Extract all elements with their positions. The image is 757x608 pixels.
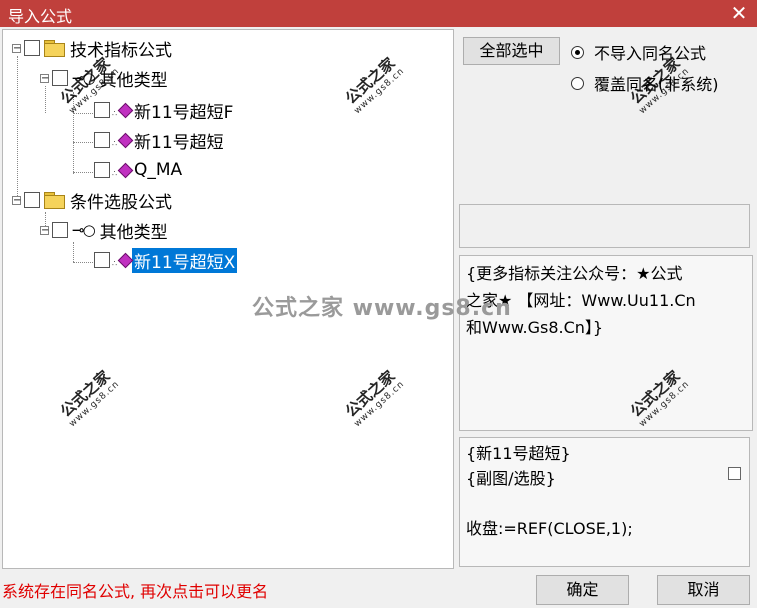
cancel-button[interactable]: 取消 xyxy=(657,575,750,605)
tree-item-label: 新11号超短F xyxy=(134,102,234,123)
formula-icon: ∴ xyxy=(112,162,134,179)
title-bar: 导入公式 ✕ xyxy=(0,0,757,27)
empty-panel xyxy=(459,204,750,248)
radio-dot[interactable] xyxy=(571,45,584,59)
tree-node-category[interactable]: − ⊸○ 其他类型 xyxy=(40,217,170,243)
collapse-icon[interactable]: − xyxy=(40,225,49,235)
node-checkbox[interactable] xyxy=(94,252,110,268)
node-checkbox[interactable] xyxy=(24,40,40,56)
node-checkbox[interactable] xyxy=(94,162,110,178)
tree-node-label: 其他类型 xyxy=(99,222,168,243)
window-title: 导入公式 xyxy=(8,7,73,26)
tree-item-label: 新11号超短 xyxy=(134,132,224,153)
node-checkbox[interactable] xyxy=(94,132,110,148)
description-line: {更多指标关注公众号：★公式 xyxy=(466,264,683,283)
formula-icon: ∴ xyxy=(112,132,134,149)
tree-node-label: 条件选股公式 xyxy=(70,192,172,213)
radio-skip-same-name[interactable]: 不导入同名公式 xyxy=(571,40,706,64)
code-line: 收盘:=REF(CLOSE,1); xyxy=(466,519,633,538)
tree-connector xyxy=(73,262,95,263)
select-all-button[interactable]: 全部选中 xyxy=(463,37,560,65)
close-icon[interactable]: ✕ xyxy=(729,1,749,25)
collapse-icon[interactable]: − xyxy=(40,73,49,83)
tree-node-group[interactable]: − 技术指标公式 xyxy=(12,35,174,61)
formula-icon: ∴ xyxy=(112,102,134,119)
status-message: 系统存在同名公式, 再次点击可以更名 xyxy=(2,582,269,601)
tree-item-selected[interactable]: ∴ 新11号超短X xyxy=(94,247,238,273)
node-checkbox[interactable] xyxy=(52,70,68,86)
tree-item-label: 新11号超短X xyxy=(132,247,238,273)
tree-item[interactable]: ∴ 新11号超短F xyxy=(94,97,235,123)
collapse-icon[interactable]: − xyxy=(12,43,21,53)
tree-item[interactable]: ∴ 新11号超短 xyxy=(94,127,226,153)
folder-icon xyxy=(44,40,65,57)
node-checkbox[interactable] xyxy=(24,192,40,208)
key-icon: ⊸○ xyxy=(72,221,96,239)
tree-item[interactable]: ∴ Q_MA xyxy=(94,157,184,183)
collapse-icon[interactable]: − xyxy=(12,195,21,205)
tree-connector xyxy=(73,242,74,262)
code-line: {新11号超短} xyxy=(466,444,571,463)
radio-dot[interactable] xyxy=(571,76,584,90)
node-checkbox[interactable] xyxy=(94,102,110,118)
radio-label: 不导入同名公式 xyxy=(594,44,707,63)
folder-icon xyxy=(44,192,65,209)
watermark-banner: 公式之家 www.gs8.cn xyxy=(252,296,512,321)
preview-checkbox[interactable] xyxy=(728,467,741,480)
tree-node-group[interactable]: − 条件选股公式 xyxy=(12,187,174,213)
tree-connector xyxy=(17,56,18,200)
tree-connector xyxy=(73,142,95,143)
tree-node-label: 技术指标公式 xyxy=(70,40,172,61)
formula-icon: ∴ xyxy=(112,252,134,269)
tree-item-label: Q_MA xyxy=(134,160,183,180)
node-checkbox[interactable] xyxy=(52,222,68,238)
code-preview-text: {新11号超短} {副图/选股} 收盘:=REF(CLOSE,1); xyxy=(466,441,716,541)
code-line: {副图/选股} xyxy=(466,469,556,488)
ok-button[interactable]: 确定 xyxy=(536,575,629,605)
tree-connector xyxy=(73,172,95,173)
